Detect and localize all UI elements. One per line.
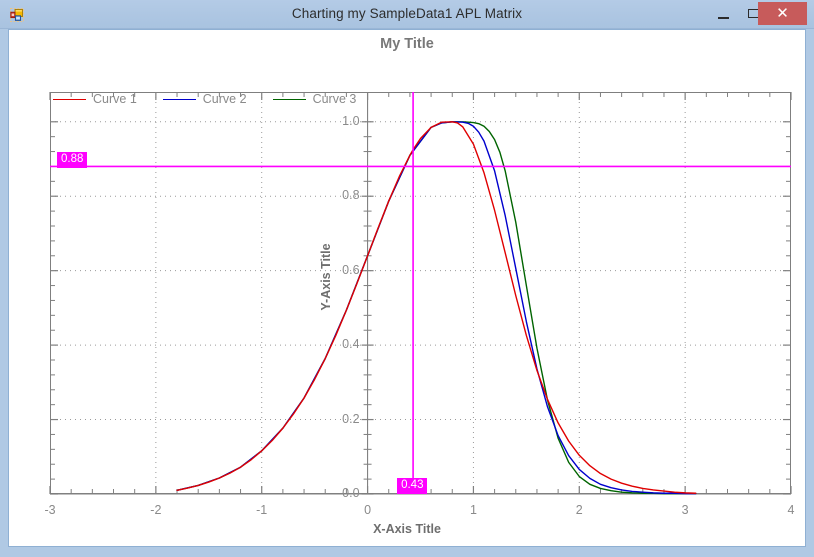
minimize-button[interactable]: [708, 2, 738, 25]
y-tick-label: 0.4: [342, 337, 360, 352]
series-line: [176, 121, 697, 494]
x-tick-label: -2: [150, 503, 162, 517]
title-bar[interactable]: Charting my SampleData1 APL Matrix ✕: [0, 0, 814, 29]
x-tick-label: -3: [44, 503, 56, 517]
maximize-icon: [747, 9, 759, 18]
x-tick-label: 1: [469, 503, 477, 517]
crosshair-x-readout: 0.43: [397, 478, 428, 494]
window-title: Charting my SampleData1 APL Matrix: [291, 6, 523, 21]
chart-area: My Title Curve 1 Curve 2 Curve 3 0.0 0.2 0.4…: [9, 30, 805, 546]
y-tick-label: 1.0: [342, 113, 360, 128]
y-axis-title: Y-Axis Title: [319, 243, 333, 311]
series-line: [176, 121, 697, 495]
close-button[interactable]: ✕: [758, 2, 807, 25]
x-tick-label: 4: [787, 503, 795, 517]
minimize-icon: [717, 16, 729, 19]
x-tick-label: -1: [256, 503, 268, 517]
y-tick-label: 0.0: [342, 486, 360, 500]
chart-panel: My Title Curve 1 Curve 2 Curve 3 0.0 0.2 0.4…: [8, 29, 806, 547]
crosshair-y-readout: 0.88: [57, 152, 88, 169]
x-axis-title: X-Axis Title: [373, 522, 441, 536]
close-icon: ✕: [776, 5, 789, 22]
series-line: [176, 121, 697, 495]
chart-title: My Title: [380, 36, 434, 52]
y-tick-label: 0.2: [342, 411, 360, 426]
x-tick-label: 0: [364, 503, 372, 517]
application-window: Charting my SampleData1 APL Matrix ✕ My …: [0, 0, 814, 557]
x-tick-label: 2: [575, 503, 583, 517]
y-tick-label: 0.8: [342, 188, 360, 203]
plot-canvas[interactable]: [49, 92, 792, 495]
x-tick-label: 3: [681, 503, 689, 517]
